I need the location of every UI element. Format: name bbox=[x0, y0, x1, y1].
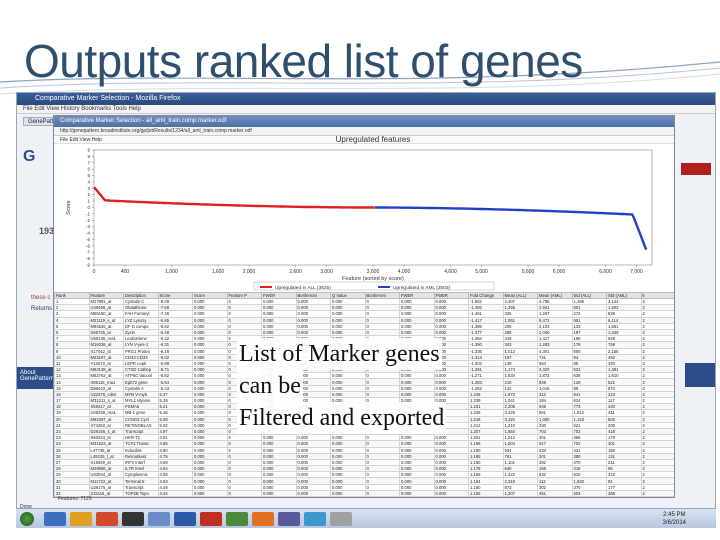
y-tick-label: 6 bbox=[87, 167, 90, 172]
background-right-banner bbox=[685, 363, 715, 387]
table-cell: 4.40 bbox=[157, 495, 193, 497]
background-left-label: Returns bbox=[31, 306, 53, 312]
legend-label: Upregulated in AML (3503) bbox=[393, 285, 451, 291]
folder-icon[interactable] bbox=[70, 512, 92, 526]
chart-title: Upregulated features bbox=[336, 135, 411, 144]
table-cell: 0.000 bbox=[261, 495, 297, 497]
table-row[interactable]: 33X52142_atCTPS CTP4.400.00000.0000.0000… bbox=[54, 495, 674, 497]
table-cell: 0.000 bbox=[295, 495, 331, 497]
y-tick-label: 9 bbox=[87, 148, 90, 153]
table-cell: 342 bbox=[537, 495, 573, 497]
table-cell: 0.000 bbox=[330, 495, 366, 497]
y-tick-label: 3 bbox=[87, 186, 90, 191]
taskbar-clock[interactable]: 2:45 PM 3/6/2014 bbox=[663, 511, 686, 527]
terminal-icon[interactable] bbox=[122, 512, 144, 526]
windows-taskbar: 2:45 PM 3/6/2014 bbox=[16, 508, 716, 528]
media-icon[interactable] bbox=[96, 512, 118, 526]
ie-icon[interactable] bbox=[44, 512, 66, 526]
table-cell: 372 bbox=[571, 495, 607, 497]
table-cell: 204 bbox=[606, 495, 642, 497]
table-cell: 1.151 bbox=[468, 495, 504, 497]
y-tick-label: -4 bbox=[86, 231, 90, 236]
x-tick-label: 1,600 bbox=[212, 269, 225, 275]
x-tick-label: 4,000 bbox=[398, 269, 411, 275]
inner-window-titlebar: Comparative Marker Selection - all_aml_t… bbox=[54, 116, 674, 127]
app-icon[interactable] bbox=[278, 512, 300, 526]
x-tick-label: 400 bbox=[121, 269, 130, 275]
powerpoint-icon[interactable] bbox=[200, 512, 222, 526]
word-icon[interactable] bbox=[174, 512, 196, 526]
table-cell: 0 bbox=[226, 495, 262, 497]
x-tick-label: 3,600 bbox=[367, 269, 380, 275]
y-tick-label: 7 bbox=[87, 160, 90, 165]
y-axis-label: Score bbox=[66, 200, 72, 214]
y-tick-label: -9 bbox=[86, 263, 90, 268]
x-axis-label: Feature (sorted by score) bbox=[342, 276, 404, 282]
table-cell: 906 bbox=[502, 495, 538, 497]
overlay-caption: List of Marker genes can be Filtered and… bbox=[237, 338, 447, 434]
y-tick-label: -1 bbox=[86, 211, 90, 216]
y-tick-label: -7 bbox=[86, 250, 90, 255]
x-tick-label: 5,000 bbox=[475, 269, 488, 275]
table-cell: CTPS CTP bbox=[123, 495, 159, 497]
excel-icon[interactable] bbox=[226, 512, 248, 526]
table-cell: 0.000 bbox=[433, 495, 469, 497]
background-left-label: these c bbox=[31, 295, 51, 301]
start-button-icon[interactable] bbox=[20, 512, 34, 526]
table-footer: Features: 7129 bbox=[58, 496, 92, 502]
upregulated-features-chart: Upregulated features9876543210-1-2-3-4-5… bbox=[66, 135, 653, 291]
table-cell: 0.000 bbox=[192, 495, 228, 497]
y-tick-label: 5 bbox=[87, 173, 90, 178]
background-menubar[interactable]: File Edit View History Bookmarks Tools H… bbox=[17, 105, 715, 114]
overlay-line-2: can be bbox=[237, 370, 303, 402]
background-right-image bbox=[681, 163, 711, 175]
table-cell: 2 bbox=[640, 495, 674, 497]
y-tick-label: 1 bbox=[87, 199, 90, 204]
x-tick-label: 4,600 bbox=[444, 269, 457, 275]
x-tick-label: 6,600 bbox=[599, 269, 612, 275]
table-cell: X52142_at bbox=[88, 495, 124, 497]
overlay-line-1: List of Marker genes bbox=[237, 338, 442, 370]
x-tick-label: 0 bbox=[93, 269, 96, 275]
x-tick-label: 2,000 bbox=[243, 269, 256, 275]
y-tick-label: 2 bbox=[87, 192, 90, 197]
x-tick-label: 7,000 bbox=[630, 269, 643, 275]
overlay-line-3: Filtered and exported bbox=[237, 402, 447, 434]
x-tick-label: 3,000 bbox=[320, 269, 333, 275]
clock-date: 3/6/2014 bbox=[662, 520, 686, 526]
legend-label: Upregulated in ALL (3625) bbox=[275, 285, 331, 291]
table-cell: 0.000 bbox=[399, 495, 435, 497]
table-cell: 0 bbox=[364, 495, 400, 497]
x-tick-label: 2,600 bbox=[289, 269, 302, 275]
y-tick-label: 4 bbox=[87, 179, 90, 184]
y-tick-label: 8 bbox=[87, 154, 90, 159]
x-tick-label: 5,600 bbox=[522, 269, 535, 275]
clock-time: 2:45 PM bbox=[663, 512, 686, 518]
x-tick-label: 6,000 bbox=[553, 269, 566, 275]
y-tick-label: -2 bbox=[86, 218, 90, 223]
marker-selection-window: Comparative Marker Selection - all_aml_t… bbox=[53, 115, 675, 498]
background-window-titlebar: Comparative Marker Selection - Mozilla F… bbox=[17, 93, 715, 105]
app-icon[interactable] bbox=[148, 512, 170, 526]
y-tick-label: -3 bbox=[86, 224, 90, 229]
firefox-icon[interactable] bbox=[252, 512, 274, 526]
app-icon[interactable] bbox=[304, 512, 326, 526]
y-tick-label: -6 bbox=[86, 243, 90, 248]
y-tick-label: -8 bbox=[86, 256, 90, 261]
app-icon[interactable] bbox=[330, 512, 352, 526]
y-tick-label: 0 bbox=[87, 205, 90, 210]
slide-title: Outputs ranked list of genes bbox=[24, 35, 583, 87]
y-tick-label: -5 bbox=[86, 237, 90, 242]
x-tick-label: 1,000 bbox=[165, 269, 178, 275]
